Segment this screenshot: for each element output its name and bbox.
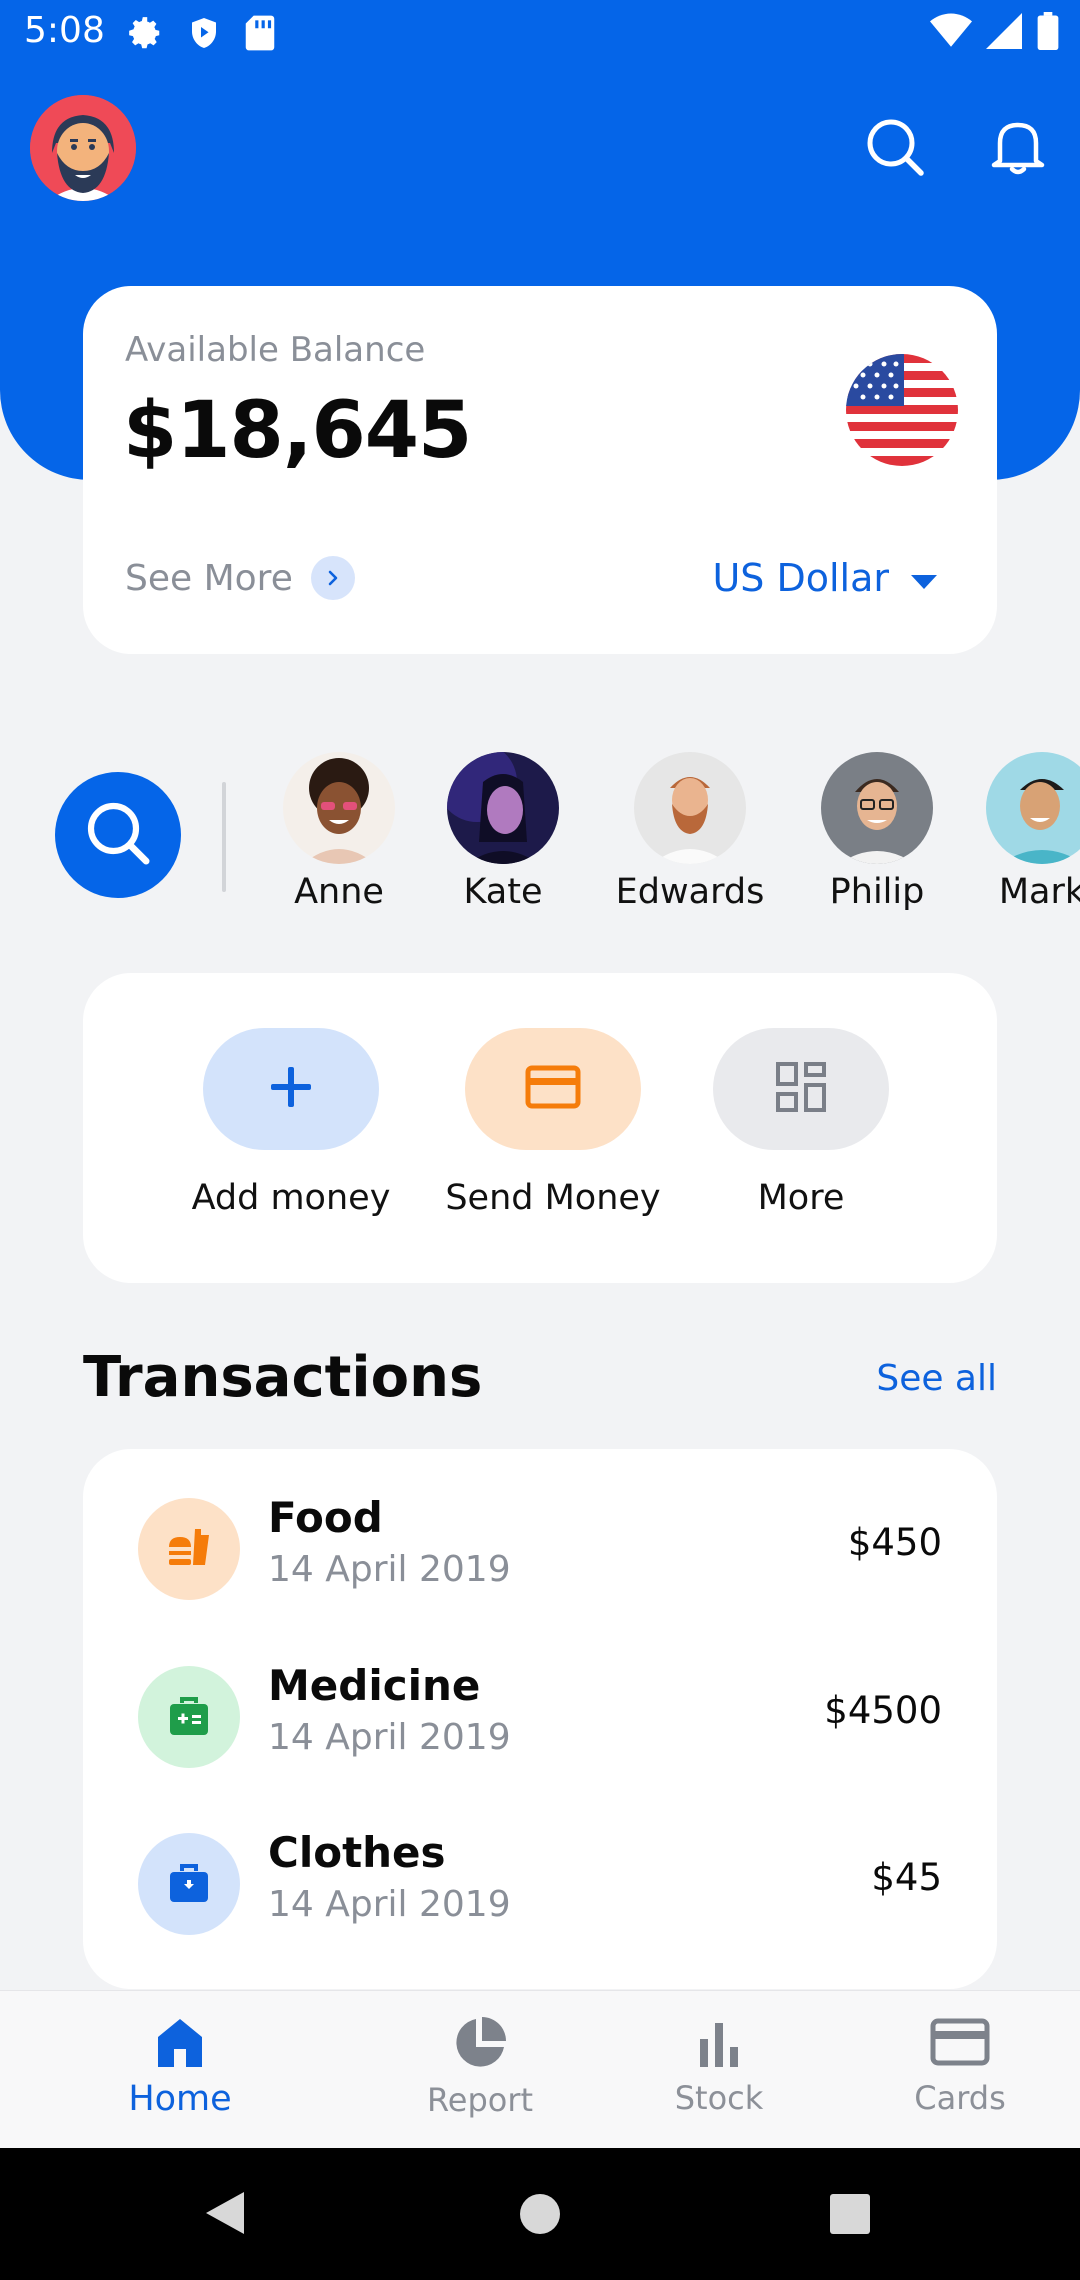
signal-icon	[986, 13, 1022, 53]
tab-label: Stock	[674, 2079, 764, 2117]
tab-report[interactable]: Report	[380, 2015, 580, 2119]
transaction-date: 14 April 2019	[268, 1549, 511, 1590]
contact-avatar	[986, 752, 1080, 864]
currency-selector[interactable]: US Dollar	[712, 556, 937, 600]
send-money-button[interactable]: Send Money	[433, 1028, 673, 1218]
bell-icon[interactable]	[986, 115, 1050, 179]
contact-avatar	[821, 752, 933, 864]
status-bar: 5:08	[0, 0, 1080, 66]
wifi-icon	[930, 13, 972, 53]
send-money-pill	[465, 1028, 641, 1150]
caret-down-icon	[911, 556, 937, 600]
balance-amount: $18,645	[123, 386, 472, 476]
transaction-date: 14 April 2019	[268, 1884, 511, 1925]
transaction-amount: $4500	[824, 1689, 942, 1732]
sd-card-icon	[244, 14, 276, 56]
status-time: 5:08	[24, 10, 105, 51]
home-circle-icon[interactable]	[518, 2192, 562, 2240]
tab-home[interactable]: Home	[80, 2015, 280, 2119]
battery-icon	[1036, 12, 1060, 54]
plus-icon	[268, 1064, 314, 1114]
contact-edwards[interactable]: Edwards	[600, 752, 780, 912]
back-icon[interactable]	[202, 2188, 248, 2242]
more-button[interactable]: More	[681, 1028, 921, 1218]
pie-chart-icon	[452, 2017, 508, 2075]
transaction-row-medicine[interactable]: Medicine 14 April 2019 $4500	[138, 1661, 942, 1771]
shopping-bag-icon	[138, 1833, 240, 1935]
home-icon	[154, 2019, 206, 2073]
grid-icon	[775, 1061, 827, 1117]
see-more-label: See More	[125, 557, 293, 599]
transactions-title: Transactions	[83, 1345, 483, 1410]
add-money-button[interactable]: Add money	[171, 1028, 411, 1218]
transaction-amount: $45	[871, 1856, 942, 1899]
tab-label: Report	[426, 2081, 534, 2119]
tab-label: Home	[128, 2079, 232, 2119]
contact-name: Kate	[463, 872, 543, 912]
us-flag-icon[interactable]	[846, 354, 958, 466]
gear-icon	[126, 14, 164, 56]
contact-name: Anne	[294, 872, 384, 912]
contact-anne[interactable]: Anne	[249, 752, 429, 912]
contact-mark[interactable]: Mark	[952, 752, 1080, 912]
balance-label: Available Balance	[125, 330, 426, 370]
contact-name: Philip	[829, 872, 925, 912]
contacts-divider	[222, 782, 226, 892]
see-more-link[interactable]: See More	[125, 556, 355, 600]
transaction-date: 14 April 2019	[268, 1717, 511, 1758]
add-money-pill	[203, 1028, 379, 1150]
tab-cards[interactable]: Cards	[860, 2015, 1060, 2117]
transaction-row-food[interactable]: Food 14 April 2019 $450	[138, 1493, 942, 1603]
profile-avatar[interactable]	[30, 95, 136, 201]
transaction-name: Clothes	[268, 1828, 446, 1877]
more-pill	[713, 1028, 889, 1150]
action-label: Add money	[191, 1178, 391, 1218]
chevron-right-icon	[310, 556, 355, 600]
transaction-name: Food	[268, 1493, 383, 1542]
contact-name: Mark	[998, 872, 1080, 912]
bottom-navigation: Home Report Stock Cards	[0, 1990, 1080, 2148]
tab-label: Cards	[914, 2079, 1006, 2117]
action-label: More	[757, 1178, 845, 1218]
contact-philip[interactable]: Philip	[787, 752, 967, 912]
contact-avatar	[634, 752, 746, 864]
transactions-list: Food 14 April 2019 $450 Medicine 14 Apri…	[83, 1449, 997, 1989]
contact-name: Edwards	[615, 872, 765, 912]
quick-actions-card: Add money Send Money More	[83, 973, 997, 1283]
transaction-name: Medicine	[268, 1661, 481, 1710]
recents-square-icon[interactable]	[828, 2192, 872, 2240]
contact-kate[interactable]: Kate	[413, 752, 593, 912]
action-label: Send Money	[445, 1178, 661, 1218]
system-navigation-bar	[0, 2148, 1080, 2280]
currency-label: US Dollar	[712, 556, 889, 600]
search-icon	[82, 797, 154, 873]
contact-search-button[interactable]	[55, 772, 181, 898]
fastfood-icon	[138, 1498, 240, 1600]
contact-avatar	[447, 752, 559, 864]
medical-kit-icon	[138, 1666, 240, 1768]
search-icon[interactable]	[863, 115, 927, 179]
shield-icon	[186, 14, 222, 56]
bar-chart-icon	[694, 2023, 744, 2073]
see-all-link[interactable]: See all	[876, 1358, 997, 1399]
card-icon	[525, 1064, 581, 1114]
balance-card: Available Balance $18,645 See More US Do…	[83, 286, 997, 654]
contact-avatar	[283, 752, 395, 864]
transaction-row-clothes[interactable]: Clothes 14 April 2019 $45	[138, 1828, 942, 1938]
tab-stock[interactable]: Stock	[619, 2015, 819, 2117]
transaction-amount: $450	[847, 1521, 942, 1564]
credit-card-icon	[930, 2018, 990, 2073]
